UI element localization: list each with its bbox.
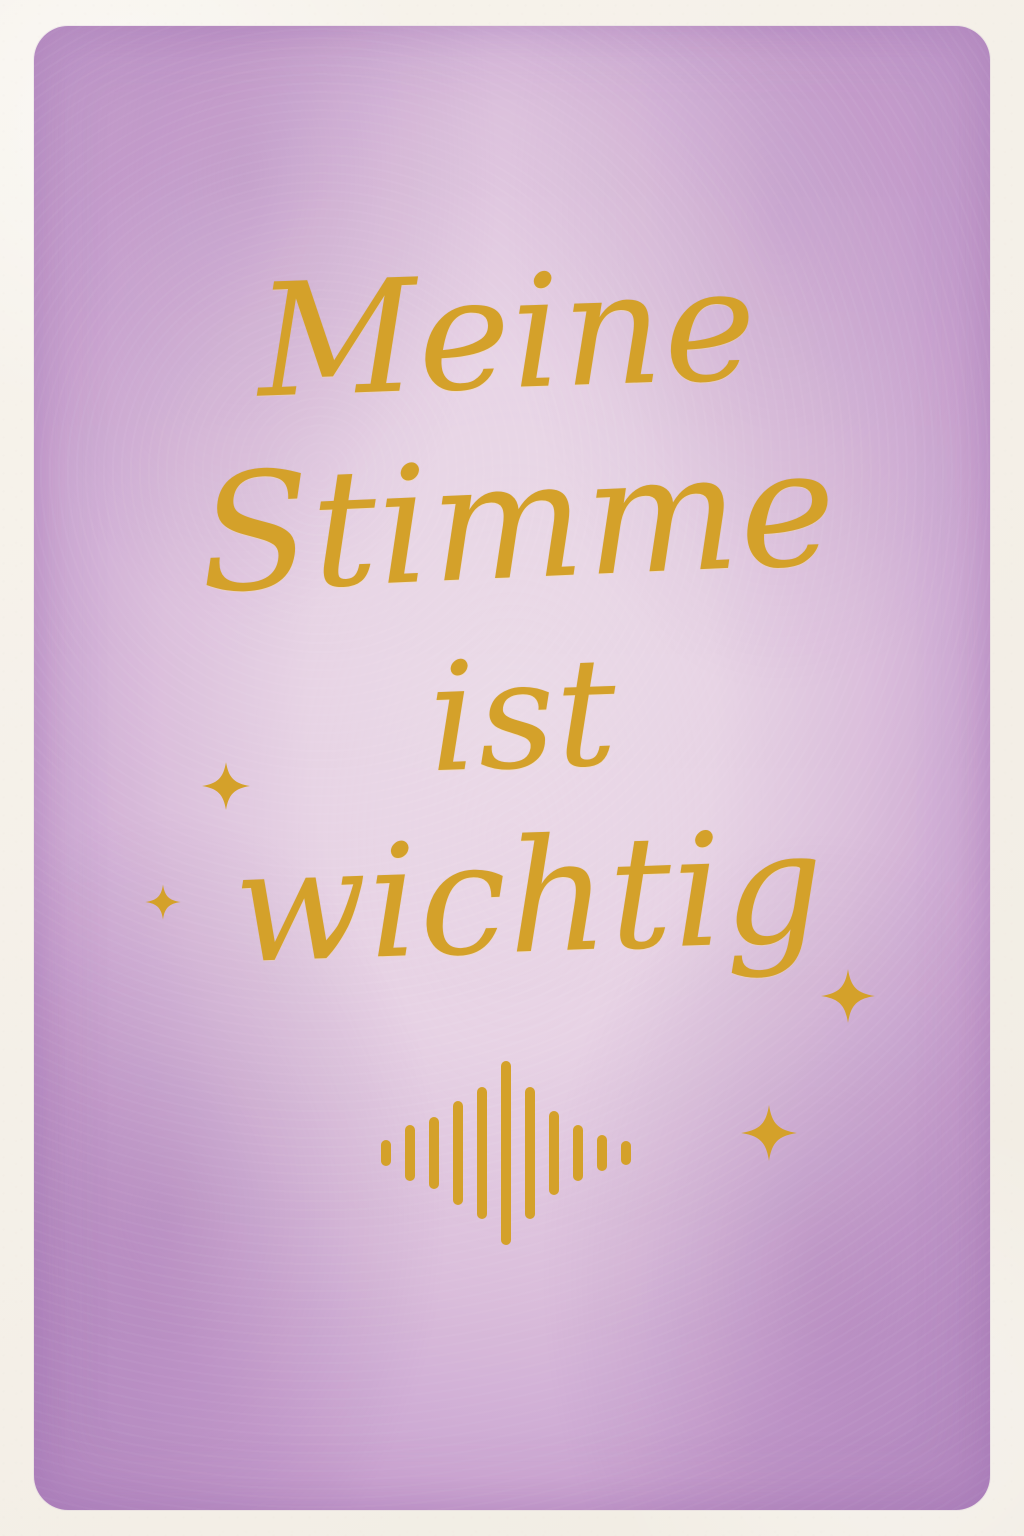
quote-line-3: ist <box>425 625 621 807</box>
artwork-canvas: Meine Stimme ist wichtig <box>0 0 1024 1536</box>
quote-line-2: Stimme <box>195 414 841 630</box>
sound-wave-icon <box>376 1058 652 1248</box>
sparkle-icon <box>200 760 252 812</box>
sparkle-icon <box>820 968 876 1024</box>
quote-text: Meine Stimme ist wichtig <box>0 233 1024 998</box>
sparkle-icon <box>740 1104 798 1162</box>
quote-line-1: Meine <box>254 233 760 433</box>
sparkle-icon <box>143 882 183 922</box>
